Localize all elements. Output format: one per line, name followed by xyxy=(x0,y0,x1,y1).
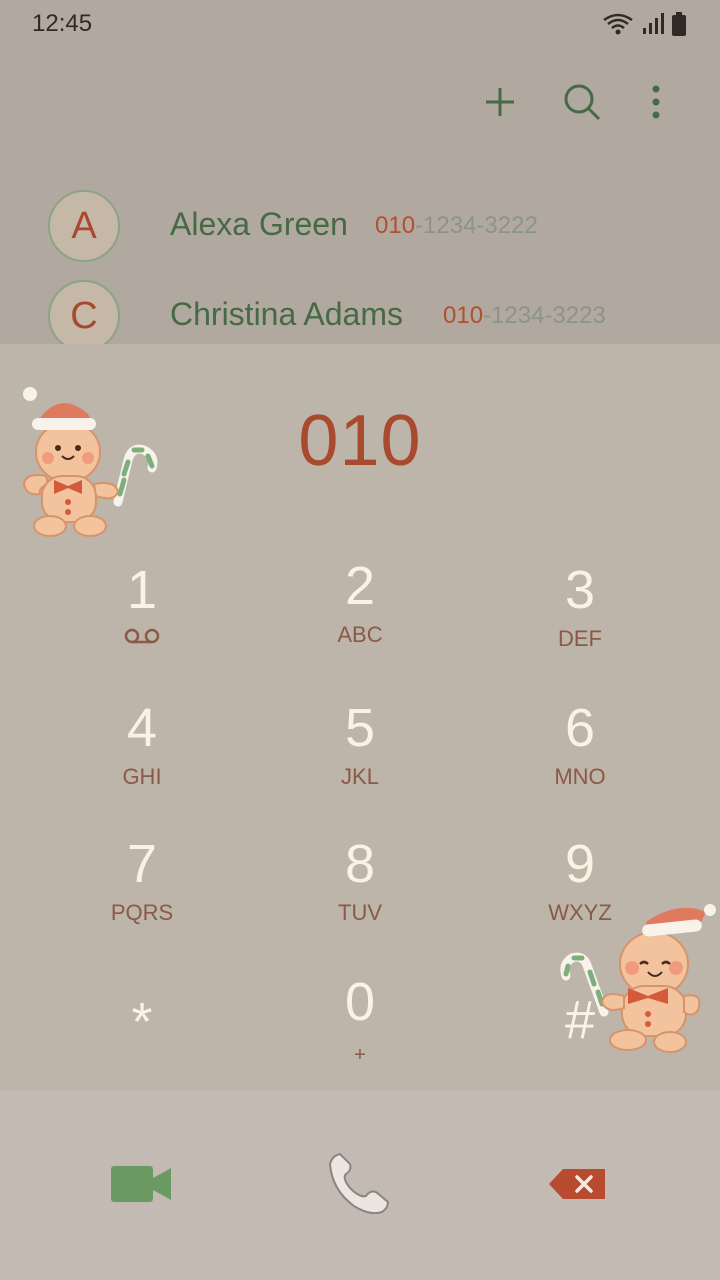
key-digit: 5 xyxy=(344,698,376,758)
call-button[interactable] xyxy=(310,1146,410,1226)
key-digit: 4 xyxy=(126,698,158,758)
key-6[interactable]: 6 MNO xyxy=(480,698,680,818)
key-2[interactable]: 2 ABC xyxy=(260,556,460,676)
contact-number: 010-1234-3222 xyxy=(375,212,538,239)
key-1[interactable]: 1 xyxy=(42,560,242,680)
gingerbread-sticker xyxy=(18,384,168,549)
key-letters: MNO xyxy=(554,764,606,789)
key-digit: 3 xyxy=(564,560,596,620)
key-letters: + xyxy=(354,1044,366,1066)
contact-name: Christina Adams xyxy=(170,296,403,332)
key-letters: PQRS xyxy=(110,900,174,925)
key-digit: 2 xyxy=(344,556,376,616)
key-digit: 9 xyxy=(564,834,596,894)
avatar: C xyxy=(48,280,120,344)
wifi-icon xyxy=(602,12,634,41)
search-button[interactable] xyxy=(558,80,606,128)
key-letters: JKL xyxy=(341,764,379,789)
video-call-icon xyxy=(111,1164,173,1209)
status-bar: 12:45 xyxy=(0,0,720,48)
key-0[interactable]: 0 + xyxy=(260,972,460,1092)
contact-row[interactable]: C Christina Adams 010-1234-3223 xyxy=(0,280,720,344)
status-time: 12:45 xyxy=(32,10,93,37)
key-digit: 6 xyxy=(564,698,596,758)
plus-icon xyxy=(483,85,517,124)
more-options-button[interactable] xyxy=(632,80,680,128)
key-4[interactable]: 4 GHI xyxy=(42,698,242,818)
key-digit: 1 xyxy=(126,560,158,620)
voicemail-icon xyxy=(42,626,242,652)
gingerbread-sticker xyxy=(558,900,718,1065)
contact-row[interactable]: A Alexa Green 010-1234-3222 xyxy=(0,190,720,280)
signal-icon xyxy=(642,13,664,40)
phone-call-icon xyxy=(326,1150,394,1223)
video-call-button[interactable] xyxy=(92,1146,192,1226)
key-digit: 0 xyxy=(344,972,376,1032)
key-letters: DEF xyxy=(558,626,602,651)
key-letters: GHI xyxy=(122,764,162,789)
key-5[interactable]: 5 JKL xyxy=(260,698,460,818)
search-icon xyxy=(562,82,602,127)
avatar: A xyxy=(48,190,120,262)
key-letters: ABC xyxy=(337,622,383,647)
more-vert-icon xyxy=(650,84,662,125)
add-contact-button[interactable] xyxy=(476,80,524,128)
key-7[interactable]: 7 PQRS xyxy=(42,834,242,954)
key-digit: 8 xyxy=(344,834,376,894)
status-icons xyxy=(602,12,686,41)
key-8[interactable]: 8 TUV xyxy=(260,834,460,954)
backspace-button[interactable] xyxy=(528,1146,628,1226)
key-digit: 7 xyxy=(126,834,158,894)
backspace-icon xyxy=(549,1167,607,1206)
contact-number: 010-1234-3223 xyxy=(443,302,606,329)
contact-name: Alexa Green xyxy=(170,206,348,242)
battery-icon xyxy=(672,12,686,41)
key-3[interactable]: 3 DEF xyxy=(480,560,680,680)
key-letters: TUV xyxy=(338,900,382,925)
key-digit: * xyxy=(131,992,153,1052)
